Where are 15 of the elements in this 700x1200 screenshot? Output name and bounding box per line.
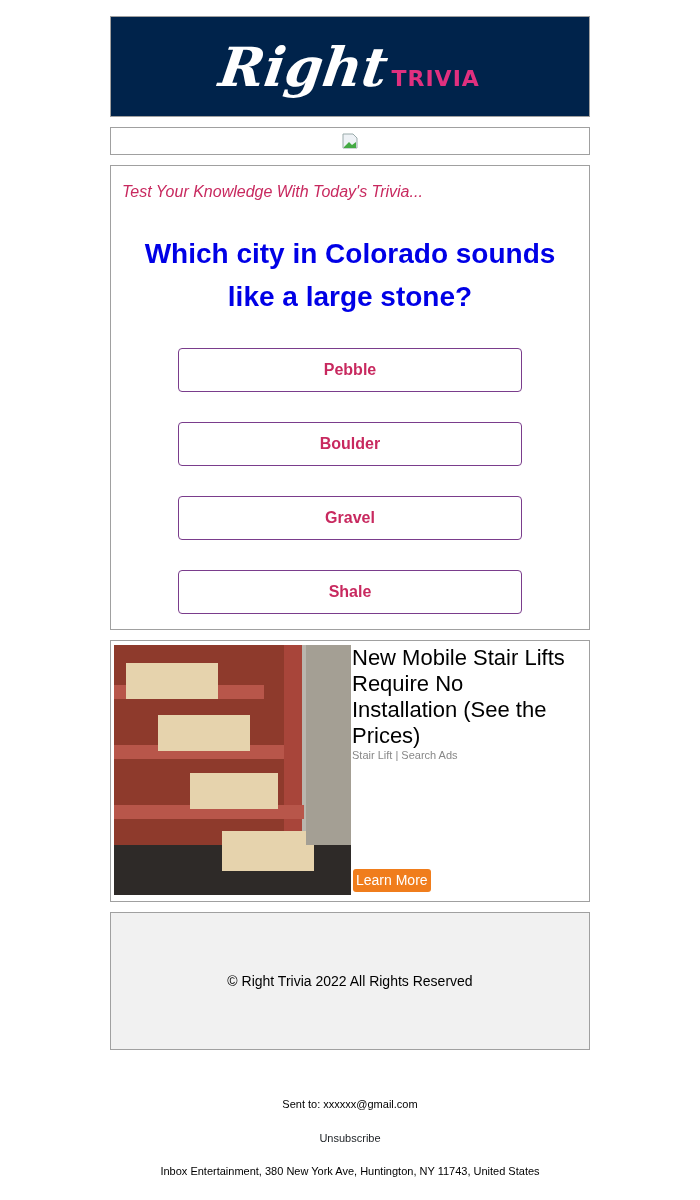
answer-button[interactable]: Pebble — [178, 348, 522, 392]
unsubscribe-link[interactable]: Unsubscribe — [319, 1131, 381, 1144]
answer-button[interactable]: Gravel — [178, 496, 522, 540]
logo-word: TRIVIA — [391, 67, 480, 90]
learn-more-button[interactable]: Learn More — [353, 869, 431, 892]
address-text: Inbox Entertainment, 380 New York Ave, Huntington, NY 11743, United States — [160, 1165, 540, 1177]
ad-source: Stair Lift | Search Ads — [352, 749, 459, 761]
ad-headline: New Mobile Stair Lifts Require No Installation (See the Prices) — [352, 645, 566, 749]
copyright-text: © Right Trivia 2022 All Rights Reserved — [110, 912, 590, 1050]
answer-button[interactable]: Shale — [178, 570, 522, 614]
answer-button[interactable]: Boulder — [178, 422, 522, 466]
sent-to-text: Sent to: xxxxxx@gmail.com — [282, 1098, 418, 1110]
broken-image-icon — [342, 133, 358, 149]
question-text: Which city in Colorado sounds like a large stone? — [143, 237, 557, 314]
intro-text: Test Your Knowledge With Today's Trivia... — [121, 182, 424, 202]
